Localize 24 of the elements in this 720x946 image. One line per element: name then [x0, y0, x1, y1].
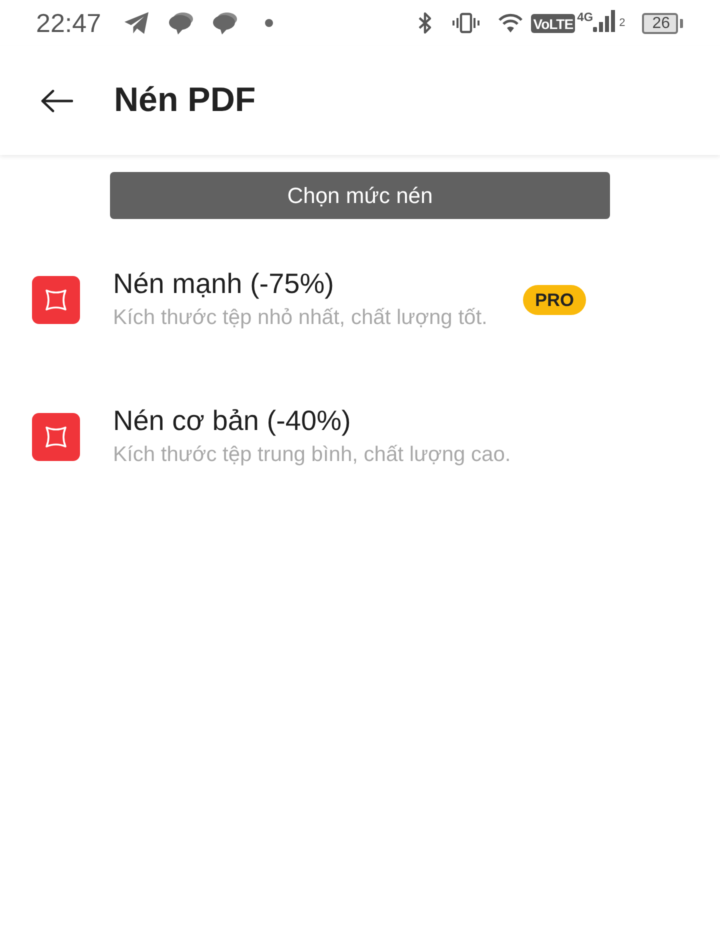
back-arrow-icon	[40, 88, 73, 112]
sim-slot: 2	[619, 18, 626, 29]
option-description: Kích thước tệp nhỏ nhất, chất lượng tốt.	[113, 305, 488, 331]
option-title[interactable]: Nén mạnh (-75%)	[113, 267, 523, 301]
clock-time: 22:47	[36, 10, 102, 36]
wifi-icon	[498, 13, 524, 33]
vibrate-icon	[452, 12, 480, 34]
pro-badge: PRO	[522, 284, 586, 314]
network-type: 4G	[577, 11, 594, 23]
chat-bubble-icon	[168, 11, 194, 35]
section-header: Chọn mức nén	[110, 172, 610, 219]
battery-indicator: 26	[642, 12, 683, 34]
signal-bars-icon	[593, 10, 616, 32]
compress-icon	[32, 276, 80, 324]
bluetooth-icon	[418, 11, 432, 35]
paper-plane-icon	[123, 11, 150, 35]
network-label: VoLTE	[531, 14, 576, 32]
notification-dot-icon	[265, 19, 274, 27]
option-description: Kích thước tệp trung bình, chất lượng cao.	[113, 442, 512, 468]
option-title[interactable]: Nén cơ bản (-40%)	[113, 404, 720, 438]
chat-bubble-icon	[212, 11, 238, 35]
back-button[interactable]	[40, 88, 73, 112]
compress-icon	[32, 412, 80, 460]
page-title: Nén PDF	[114, 80, 256, 121]
